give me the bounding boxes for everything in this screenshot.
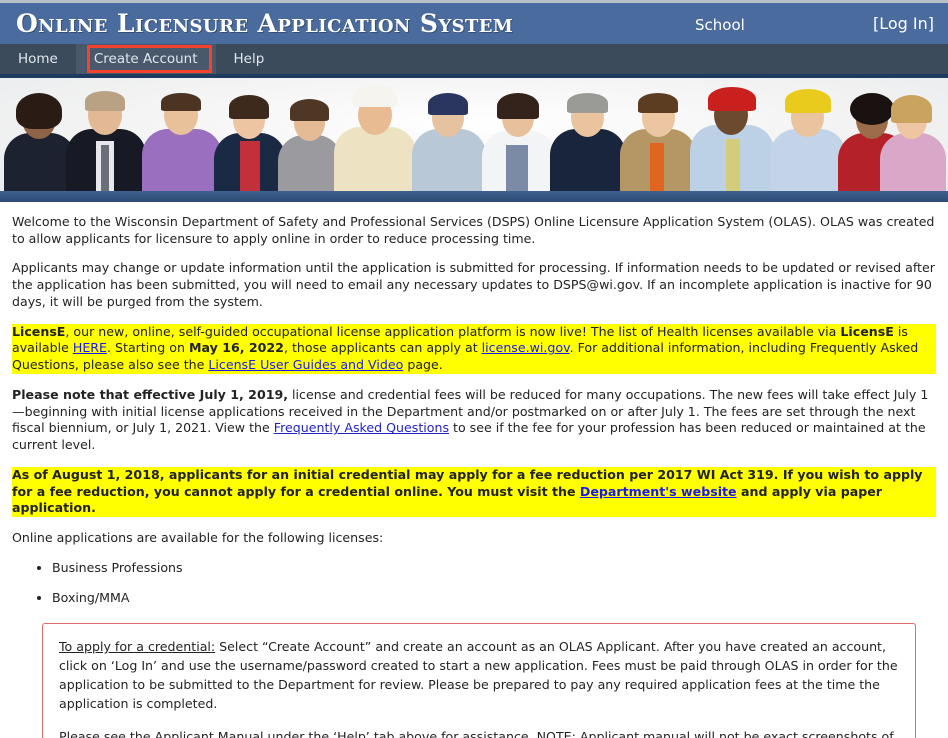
paragraph-act-319-highlight: As of August 1, 2018, applicants for an …: [12, 466, 936, 518]
note-paragraph-apply: To apply for a credential: Select “Creat…: [59, 638, 899, 714]
paragraph-list-intro: Online applications are available for th…: [12, 530, 384, 546]
link-frequently-asked-questions[interactable]: Frequently Asked Questions: [274, 420, 449, 435]
nav-item-home[interactable]: Home: [0, 44, 76, 74]
page-title: Online Licensure Application System: [16, 9, 514, 38]
paragraph-license-e-highlight: LicensE, our new, online, self-guided oc…: [12, 323, 936, 374]
nav-item-help[interactable]: Help: [216, 44, 283, 74]
note-paragraph-manual: Please see the Applicant Manual under th…: [59, 728, 894, 738]
paragraph-welcome: Welcome to the Wisconsin Department of S…: [12, 214, 935, 246]
paragraph-applicants-updates: Applicants may change or update informat…: [12, 260, 935, 309]
page-content: Welcome to the Wisconsin Department of S…: [0, 202, 948, 738]
app-header: Online Licensure Application System Scho…: [0, 0, 948, 44]
license-e-text-4: , those applicants can apply at: [283, 340, 482, 356]
link-license-wi-gov[interactable]: license.wi.gov: [482, 340, 570, 355]
school-label: School: [695, 16, 745, 34]
license-type-list: Business Professions Boxing/MMA: [12, 560, 936, 607]
license-e-text-1: , our new, online, self-guided occupatio…: [65, 323, 841, 339]
nav-filler: [282, 44, 948, 74]
note-underlined-lead: To apply for a credential:: [59, 639, 216, 655]
login-link[interactable]: [Log In]: [873, 14, 934, 33]
list-item: Business Professions: [52, 560, 936, 577]
paragraph-fee-reduction-2019: Please note that effective July 1, 2019,…: [12, 387, 936, 454]
instructions-note-box: To apply for a credential: Select “Creat…: [42, 623, 916, 738]
license-e-bold-3: May 16, 2022: [188, 340, 284, 356]
nav-item-create-account[interactable]: Create Account: [75, 44, 216, 74]
license-e-text-6: page.: [403, 357, 443, 373]
banner-photo-professionals: [0, 78, 948, 191]
fees-bold-1: Please note that effective July 1, 2019,: [12, 386, 289, 402]
license-e-bold-1: LicensE: [12, 323, 66, 339]
list-item: Boxing/MMA: [52, 590, 936, 607]
hero-banner: [0, 74, 948, 202]
license-e-bold-2: LicensE: [840, 323, 894, 339]
link-here[interactable]: HERE: [73, 340, 107, 355]
banner-bottom-strip: [0, 191, 948, 202]
license-e-text-3: . Starting on: [107, 340, 189, 356]
link-departments-website[interactable]: Department's website: [580, 484, 737, 499]
link-license-e-user-guides[interactable]: LicensE User Guides and Video: [208, 357, 403, 372]
main-navigation: Home Create Account Help: [0, 44, 948, 74]
